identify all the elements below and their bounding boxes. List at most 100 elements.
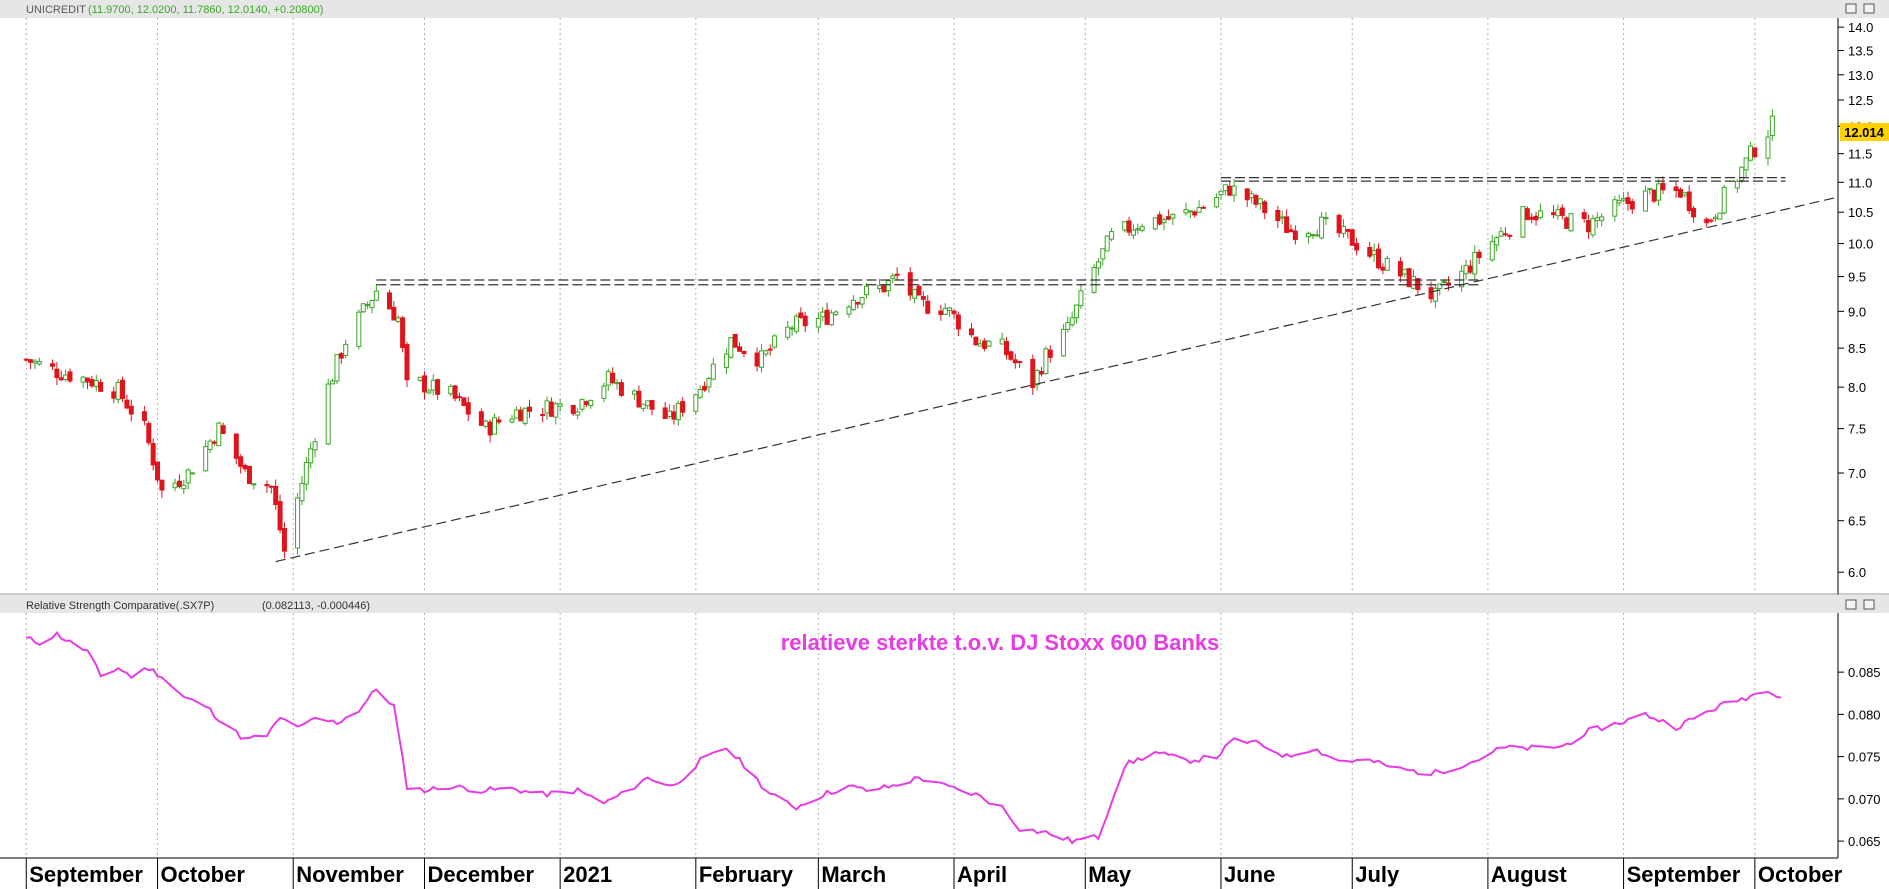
price-tick-label: 7.0 [1848, 466, 1866, 481]
candle [492, 413, 498, 435]
candle [273, 479, 279, 510]
candle [369, 299, 375, 314]
price-tick-label: 12.5 [1848, 93, 1873, 108]
candle [150, 438, 156, 471]
candle [496, 416, 502, 425]
candle [1524, 206, 1530, 221]
candle [1743, 157, 1749, 177]
candle [85, 377, 91, 390]
candle [754, 347, 760, 372]
candle [680, 397, 686, 417]
candle [767, 344, 773, 356]
candle [54, 361, 60, 386]
candle [391, 300, 397, 321]
candle [557, 398, 563, 412]
candle [343, 339, 349, 359]
close-icon[interactable] [1863, 599, 1875, 610]
candle [1196, 200, 1202, 213]
candle [1616, 194, 1622, 207]
candle [877, 278, 883, 293]
candle [1489, 234, 1495, 262]
candle [176, 474, 182, 489]
candle [942, 303, 948, 316]
candle [1336, 213, 1342, 238]
x-axis-months: September October November December 2021 Febr… [25, 858, 1843, 889]
candle [1130, 224, 1136, 239]
price-tick-label: 8.0 [1848, 380, 1866, 395]
candle [448, 383, 454, 397]
candle [233, 433, 239, 465]
trend-line [275, 196, 1839, 563]
candle [920, 291, 926, 307]
candle [1647, 187, 1653, 195]
price-panel-title: UNICREDIT [26, 4, 86, 16]
candlestick-series [23, 109, 1775, 559]
candle [1288, 224, 1294, 233]
x-tick-label: May [1088, 862, 1132, 887]
price-tick-label: 7.5 [1848, 422, 1866, 437]
candle [111, 386, 117, 404]
price-tick-label: 6.5 [1848, 514, 1866, 529]
candle [1467, 260, 1473, 275]
candle [947, 306, 953, 317]
candle [264, 480, 270, 493]
candle [1122, 221, 1128, 233]
rs-tick-label: 0.080 [1848, 707, 1881, 722]
x-tick-label: February [699, 862, 794, 887]
candle [758, 344, 764, 373]
candle [1126, 216, 1132, 236]
candle [1004, 337, 1010, 360]
candle [1074, 304, 1080, 324]
candle [1310, 233, 1316, 240]
candle [732, 333, 738, 348]
candle [1752, 146, 1758, 159]
candle [999, 332, 1005, 345]
candle [1152, 217, 1158, 231]
chart-svg: UNICREDIT (11.9700, 12.0200, 11.7860, 12… [0, 0, 1889, 889]
candle [120, 376, 126, 402]
candle [155, 461, 161, 483]
candle [1441, 280, 1447, 285]
candle [1734, 179, 1740, 193]
rs-line [26, 630, 1782, 845]
candle [1345, 228, 1351, 239]
restore-icon[interactable] [1845, 3, 1857, 14]
candle [1682, 191, 1688, 198]
price-tick-label: 9.0 [1848, 304, 1866, 319]
candle [1677, 187, 1683, 198]
restore-icon[interactable] [1845, 599, 1857, 610]
candle [518, 406, 524, 422]
candle [251, 483, 257, 490]
candle [570, 404, 576, 416]
candle [242, 463, 248, 472]
candle [395, 315, 401, 324]
candle [373, 284, 379, 301]
close-icon[interactable] [1863, 3, 1875, 14]
candle [1139, 223, 1145, 233]
candle [1222, 184, 1228, 196]
candle [50, 359, 56, 371]
candle [211, 440, 217, 446]
candle [1564, 216, 1570, 229]
candle [1498, 227, 1504, 237]
candle [982, 338, 988, 352]
candle [404, 341, 410, 388]
candle [548, 397, 554, 417]
candle [325, 378, 331, 446]
candle [1380, 263, 1386, 275]
candle [1275, 206, 1281, 228]
candle [575, 408, 581, 420]
candle [513, 406, 519, 419]
price-tick-label: 10.5 [1848, 205, 1873, 220]
candle [798, 307, 804, 320]
x-tick-label: September [29, 862, 143, 887]
candle [912, 288, 918, 304]
candle [938, 304, 944, 321]
candle [80, 375, 86, 389]
candle [588, 399, 594, 409]
candle [1472, 245, 1478, 281]
candle [1262, 199, 1268, 220]
candle [728, 337, 734, 359]
price-panel-values: (11.9700, 12.0200, 11.7860, 12.0140, +0.… [88, 4, 323, 16]
candle [1612, 196, 1618, 222]
